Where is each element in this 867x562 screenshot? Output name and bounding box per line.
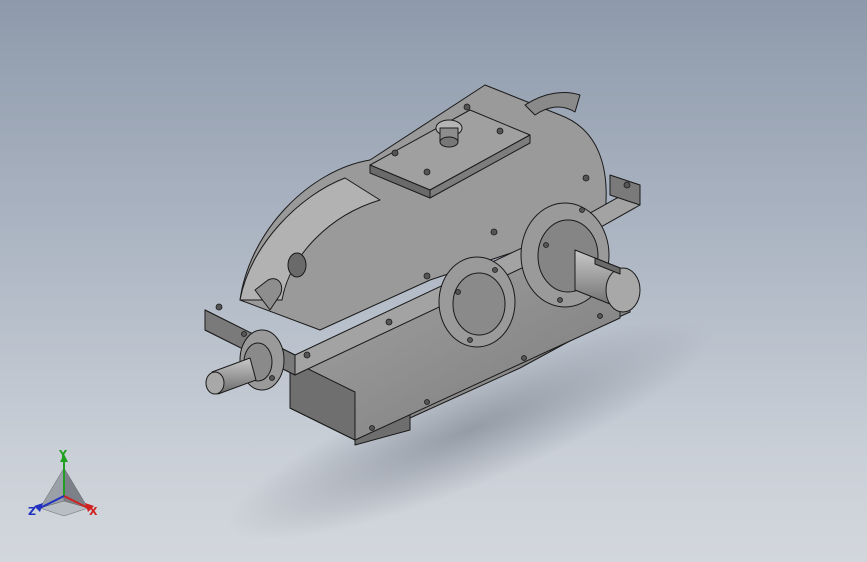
bolt xyxy=(463,103,471,111)
bolt xyxy=(623,181,631,189)
bolt xyxy=(369,425,375,431)
bolt xyxy=(490,228,498,236)
bolt xyxy=(467,337,473,343)
bolt xyxy=(455,289,461,295)
axis-triad: Y Z X xyxy=(22,446,106,526)
bolt xyxy=(303,351,311,359)
bolt xyxy=(391,149,399,157)
breather-base xyxy=(439,136,459,148)
bolt xyxy=(215,303,223,311)
intermediate-bearing-inner xyxy=(452,272,506,336)
bolt xyxy=(241,331,247,337)
lug-hole xyxy=(287,252,307,278)
bolt xyxy=(492,267,498,273)
bolt xyxy=(269,375,275,381)
y-axis-label: Y xyxy=(59,448,67,461)
bolt xyxy=(423,168,431,176)
3d-viewport[interactable]: Y Z X xyxy=(0,0,867,562)
bolt xyxy=(557,297,563,303)
bolt xyxy=(597,313,603,319)
input-shaft-end xyxy=(205,371,225,395)
bolt xyxy=(579,207,585,213)
bolt xyxy=(423,272,431,280)
bolt xyxy=(543,242,549,248)
bolt xyxy=(496,127,504,135)
bolt xyxy=(582,174,590,182)
gear-reducer-model[interactable] xyxy=(0,0,867,562)
output-shaft-end xyxy=(605,267,641,313)
x-axis-label: X xyxy=(89,505,98,518)
bolt xyxy=(424,399,430,405)
bolt xyxy=(521,355,527,361)
bolt xyxy=(385,318,393,326)
z-axis-label: Z xyxy=(28,505,36,518)
